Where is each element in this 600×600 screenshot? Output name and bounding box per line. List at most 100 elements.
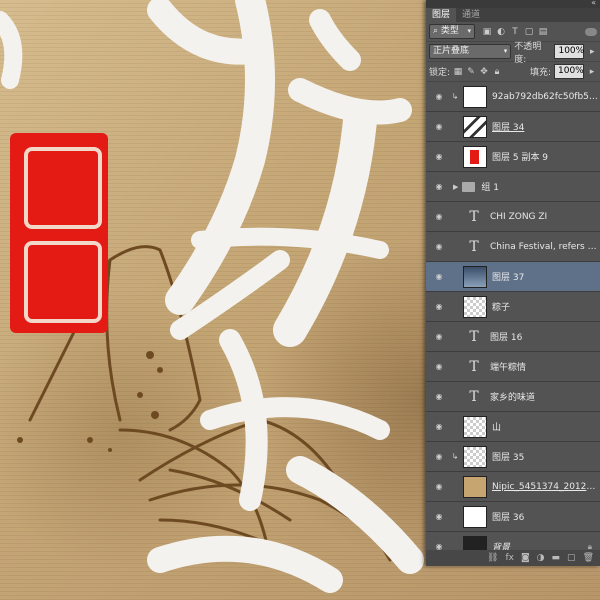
fx-icon[interactable]: fx [505, 553, 514, 563]
eye-icon[interactable]: ◉ [432, 182, 446, 191]
eye-icon[interactable]: ◉ [432, 152, 446, 161]
layer-row[interactable]: ◉ T CHI ZONG ZI [426, 202, 600, 232]
layer-name: 图层 36 [492, 513, 525, 523]
eye-icon[interactable]: ◉ [432, 362, 446, 371]
shape-filter-icon[interactable]: ▢ [524, 27, 534, 37]
text-layer-icon: T [469, 358, 479, 375]
text-layer-icon: T [469, 388, 479, 405]
layer-name: 粽子 [492, 303, 511, 313]
seal-glyph-top [24, 147, 102, 229]
layer-name: 山 [492, 423, 502, 433]
layer-thumbnail [463, 295, 487, 318]
link-icon[interactable]: ⛓ [487, 553, 498, 563]
eye-icon[interactable]: ◉ [432, 242, 446, 251]
fill-label: 填充: [529, 68, 551, 78]
filter-toggle[interactable] [585, 27, 597, 36]
layer-row[interactable]: ◉ T 家乡的味道 [426, 382, 600, 412]
layer-name: 图层 35 [492, 453, 525, 463]
panel-title-bar[interactable]: « [426, 0, 600, 8]
layer-row[interactable]: ◉ 图层 34 [426, 112, 600, 142]
trash-icon[interactable]: 🗑︎ [583, 553, 594, 563]
fill-dropdown-icon[interactable]: ▸ [587, 67, 597, 77]
type-filter-icon[interactable]: T [510, 27, 520, 37]
eye-icon[interactable]: ◉ [432, 512, 446, 521]
lock-image-icon[interactable]: ✎ [466, 67, 476, 77]
layer-thumbnail [463, 115, 487, 138]
eye-icon[interactable]: ◉ [432, 482, 446, 491]
layer-row[interactable]: ◉ T 图层 16 [426, 322, 600, 352]
layer-row-selected[interactable]: ◉ 图层 37 [426, 262, 600, 292]
layer-thumbnail [463, 85, 487, 108]
clipping-mask-icon: ↳ [451, 92, 459, 101]
filter-kind-label: 类型 [440, 26, 459, 36]
layer-row[interactable]: ◉ 粽子 [426, 292, 600, 322]
lock-position-icon[interactable]: ✥ [479, 67, 489, 77]
tab-layers[interactable]: 图层 [426, 8, 457, 22]
layer-name: 图层 16 [490, 333, 523, 343]
new-group-icon[interactable]: ▬ [552, 553, 561, 563]
layer-row[interactable]: ◉ ↳ 图层 35 [426, 442, 600, 472]
layer-name: Nipic_5451374_20120821... [492, 481, 600, 492]
layer-group-row[interactable]: ◉ ▶ 组 1 [426, 172, 600, 202]
chevron-down-icon: ▾ [503, 47, 508, 55]
text-layer-icon: T [469, 238, 479, 255]
eye-icon[interactable]: ◉ [432, 302, 446, 311]
eye-icon[interactable]: ◉ [432, 212, 446, 221]
eye-icon[interactable]: ◉ [432, 422, 446, 431]
layer-thumbnail [463, 415, 487, 438]
layer-row[interactable]: ◉ Nipic_5451374_20120821... [426, 472, 600, 502]
eye-icon[interactable]: ◉ [432, 122, 446, 131]
mask-icon[interactable]: ◙ [521, 553, 530, 563]
layer-thumbnail [463, 475, 487, 498]
lock-transparent-icon[interactable]: ▦ [453, 67, 463, 77]
eye-icon[interactable]: ◉ [432, 452, 446, 461]
expand-triangle-icon[interactable]: ▶ [453, 183, 458, 191]
opacity-dropdown-icon[interactable]: ▸ [587, 47, 597, 57]
new-layer-icon[interactable]: ▢ [567, 553, 576, 563]
layer-name: 家乡的味道 [490, 393, 536, 403]
chevron-down-icon: ▾ [467, 27, 471, 35]
eye-icon[interactable]: ◉ [432, 332, 446, 341]
layer-row[interactable]: ◉ 图层 5 副本 9 [426, 142, 600, 172]
layer-name: 端午粽情 [490, 363, 527, 373]
smart-object-filter-icon[interactable]: ▤ [538, 27, 548, 37]
filter-row: ⌕ 类型 ▾ ▣ ◐ T ▢ ▤ [426, 22, 600, 42]
layer-row[interactable]: ◉ T 端午粽情 [426, 352, 600, 382]
eye-icon[interactable]: ◉ [432, 392, 446, 401]
layer-thumbnail [463, 445, 487, 468]
blend-mode-select[interactable]: 正片叠底 ▾ [429, 44, 512, 59]
seal-glyph-bottom [24, 241, 102, 323]
fill-field[interactable]: 100% [554, 64, 584, 79]
lock-all-icon[interactable]: 🔒︎ [492, 67, 502, 77]
blend-mode-value: 正片叠底 [433, 46, 470, 56]
opacity-field[interactable]: 100% [554, 44, 585, 59]
eye-icon[interactable]: ◉ [432, 92, 446, 101]
adjustment-icon[interactable]: ◑ [537, 553, 545, 563]
adjustment-filter-icon[interactable]: ◐ [496, 27, 506, 37]
layer-name: 92ab792db62fc50fb558... [492, 91, 600, 102]
tab-channels[interactable]: 通道 [456, 8, 486, 22]
opacity-label: 不透明度: [514, 41, 542, 65]
layer-name: 图层 5 副本 9 [492, 153, 549, 163]
layer-thumbnail [463, 265, 487, 288]
lock-row: 锁定: ▦ ✎ ✥ 🔒︎ 填充: 100% ▸ [426, 62, 600, 82]
filter-icons: ▣ ◐ T ▢ ▤ [482, 27, 548, 37]
collapse-icon[interactable]: « [591, 0, 596, 7]
text-layer-icon: T [469, 208, 479, 225]
pixel-filter-icon[interactable]: ▣ [482, 27, 492, 37]
panel-tabs: 图层 通道 [426, 8, 600, 22]
eye-icon[interactable]: ◉ [432, 272, 446, 281]
layer-row[interactable]: ◉ 图层 36 [426, 502, 600, 532]
layer-list: ◉ ↳ 92ab792db62fc50fb558... ◉ 图层 34 ◉ 图层… [426, 82, 600, 562]
layer-row[interactable]: ◉ ↳ 92ab792db62fc50fb558... [426, 82, 600, 112]
layer-row[interactable]: ◉ 山 [426, 412, 600, 442]
filter-kind-select[interactable]: ⌕ 类型 ▾ [429, 24, 475, 39]
filter-search-icon: ⌕ [433, 26, 439, 36]
layer-thumbnail [463, 505, 487, 528]
panel-bottom-bar: ⛓ fx ◙ ◑ ▬ ▢ 🗑︎ [426, 550, 600, 566]
layers-panel: « 图层 通道 ⌕ 类型 ▾ ▣ ◐ T ▢ ▤ 正片叠底 ▾ 不透明度: 10… [426, 0, 600, 566]
text-layer-icon: T [469, 328, 479, 345]
red-seal-stamp [10, 133, 108, 333]
layer-row[interactable]: ◉ T China Festival, refers to t... [426, 232, 600, 262]
folder-icon [462, 181, 476, 192]
